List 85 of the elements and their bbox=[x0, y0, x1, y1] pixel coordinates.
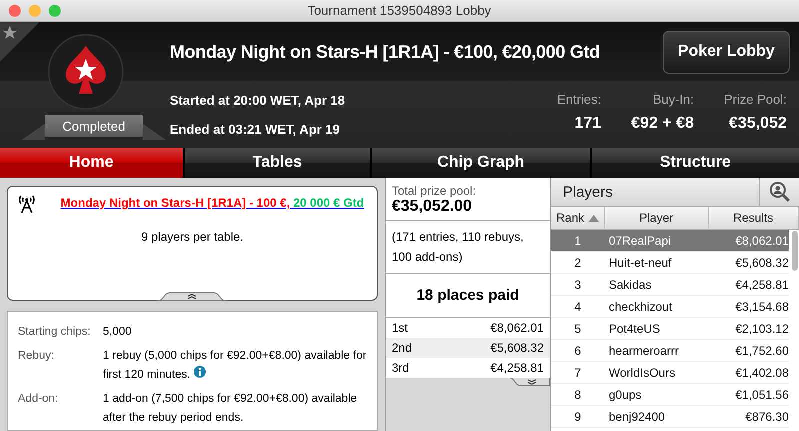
player-row[interactable]: 3 Sakidas €4,258.81 bbox=[551, 274, 789, 296]
tab[interactable]: Tables bbox=[185, 148, 370, 178]
table-cell-text: €1,402.08 bbox=[734, 366, 789, 380]
column-header[interactable]: Player bbox=[605, 207, 709, 229]
table-cell-text: hearmeroarrr bbox=[608, 344, 680, 358]
table-cell-text: Pot4teUS bbox=[608, 322, 662, 336]
table-cell-text: €4,258.81 bbox=[734, 278, 789, 292]
place-amount: €8,062.01 bbox=[490, 321, 544, 335]
detail-label: Rebuy: bbox=[18, 350, 56, 364]
table-cell-text: 9 bbox=[574, 410, 582, 424]
tournament-title: Monday Night on Stars-H [1R1A] - €100, €20,000 Gtd bbox=[170, 42, 600, 62]
place-label: 1st bbox=[392, 321, 408, 335]
info-icon[interactable] bbox=[194, 366, 206, 378]
table-cell-text: 2 bbox=[574, 256, 582, 270]
detail-value: 5,000 bbox=[103, 325, 133, 340]
stat-label: Buy-In: bbox=[652, 92, 694, 107]
search-icon bbox=[768, 182, 790, 202]
prize-pool-label: Total prize pool: bbox=[392, 184, 478, 198]
end-time: Ended at 03:21 WET, Apr 19 bbox=[170, 122, 342, 137]
table-cell-text: €1,752.60 bbox=[734, 344, 789, 358]
detail-value: 1 rebuy (5,000 chips for €92.00+€8.00) available for first 120 minutes. bbox=[103, 349, 368, 383]
places-paid: 18 places paid bbox=[386, 274, 550, 318]
ribbon-fold bbox=[22, 124, 45, 140]
table-cell-text: benj92400 bbox=[608, 410, 666, 424]
poker-lobby-button[interactable]: Poker Lobby bbox=[663, 30, 790, 74]
tab[interactable]: Structure bbox=[592, 148, 799, 178]
prize-pool-value: €35,052.00 bbox=[392, 198, 474, 216]
table-cell-text: €5,608.32 bbox=[734, 256, 789, 270]
stat-label: Prize Pool: bbox=[724, 92, 787, 107]
stat-label: Entries: bbox=[557, 92, 602, 107]
tournament-link[interactable]: Monday Night on Stars-H [1R1A] - 100 €, 20 000 € Gtd bbox=[20, 196, 364, 210]
table-cell-text: Huit-et-neuf bbox=[608, 256, 673, 270]
status-banner: Completed bbox=[45, 115, 143, 137]
collapse-handle[interactable] bbox=[158, 292, 226, 301]
antenna-icon bbox=[18, 194, 36, 214]
table-cell-text: 3 bbox=[574, 278, 582, 292]
player-row[interactable]: 5 Pot4teUS €2,103.12 bbox=[551, 318, 789, 340]
player-row[interactable]: 8 g0ups €1,051.56 bbox=[551, 384, 789, 406]
expand-handle[interactable] bbox=[510, 378, 550, 387]
place-label: 2nd bbox=[392, 341, 412, 355]
stat-value: 171 bbox=[574, 115, 602, 133]
player-row[interactable]: 4 checkhizout €3,154.68 bbox=[551, 296, 789, 318]
place-label: 3rd bbox=[392, 361, 410, 375]
player-row[interactable]: 9 benj92400 €876.30 bbox=[551, 406, 789, 428]
window-title: Tournament 1539504893 Lobby bbox=[308, 3, 492, 18]
prize-breakdown: (171 entries, 110 rebuys, 100 add-ons) bbox=[386, 221, 550, 274]
detail-label: Add-on: bbox=[18, 393, 60, 407]
detail-label: Starting chips: bbox=[18, 326, 92, 340]
table-info-text: 9 players per table. bbox=[141, 230, 244, 244]
player-row[interactable]: 1 07RealPapi €8,062.01 bbox=[551, 230, 789, 252]
table-cell-text: g0ups bbox=[608, 388, 643, 402]
close-button[interactable] bbox=[9, 5, 21, 17]
column-header[interactable]: Rank bbox=[551, 207, 605, 229]
table-cell-text: 07RealPapi bbox=[608, 234, 672, 248]
start-time: Started at 20:00 WET, Apr 18 bbox=[170, 93, 346, 108]
table-cell-text: 4 bbox=[574, 300, 582, 314]
detail-value: 1 add-on (7,500 chips for €92.00+€8.00) available after the rebuy period ends. bbox=[103, 392, 358, 426]
place-amount: €5,608.32 bbox=[490, 341, 544, 355]
table-cell-text: checkhizout bbox=[608, 300, 674, 314]
table-cell-text: €2,103.12 bbox=[734, 322, 789, 336]
player-row[interactable]: 6 hearmeroarrr €1,752.60 bbox=[551, 340, 789, 362]
tab[interactable]: Home bbox=[0, 148, 183, 178]
table-cell-text: 7 bbox=[574, 366, 582, 380]
ribbon-fold bbox=[143, 124, 166, 140]
players-title: Players bbox=[562, 184, 614, 200]
table-cell-text: 5 bbox=[574, 322, 582, 336]
scrollbar[interactable] bbox=[792, 231, 798, 271]
player-row[interactable]: 7 WorldIsOurs €1,402.08 bbox=[551, 362, 789, 384]
table-cell-text: €8,062.01 bbox=[734, 234, 789, 248]
player-row[interactable]: 2 Huit-et-neuf €5,608.32 bbox=[551, 252, 789, 274]
table-cell-text: Sakidas bbox=[608, 278, 653, 292]
sort-ascending-icon bbox=[588, 214, 598, 222]
table-cell-text: WorldIsOurs bbox=[608, 366, 676, 380]
table-cell-text: 8 bbox=[574, 388, 582, 402]
column-header[interactable]: Results bbox=[709, 207, 799, 229]
table-cell-text: 6 bbox=[574, 344, 582, 358]
stat-value: €92 + €8 bbox=[631, 115, 694, 133]
table-cell-text: €876.30 bbox=[744, 410, 789, 424]
place-amount: €4,258.81 bbox=[490, 361, 544, 375]
table-cell-text: 1 bbox=[574, 234, 582, 248]
table-cell-text: €3,154.68 bbox=[734, 300, 789, 314]
stat-value: €35,052 bbox=[729, 115, 787, 133]
table-cell-text: €1,051.56 bbox=[734, 388, 789, 402]
star-icon[interactable] bbox=[0, 22, 40, 62]
tab[interactable]: Chip Graph bbox=[372, 148, 590, 178]
